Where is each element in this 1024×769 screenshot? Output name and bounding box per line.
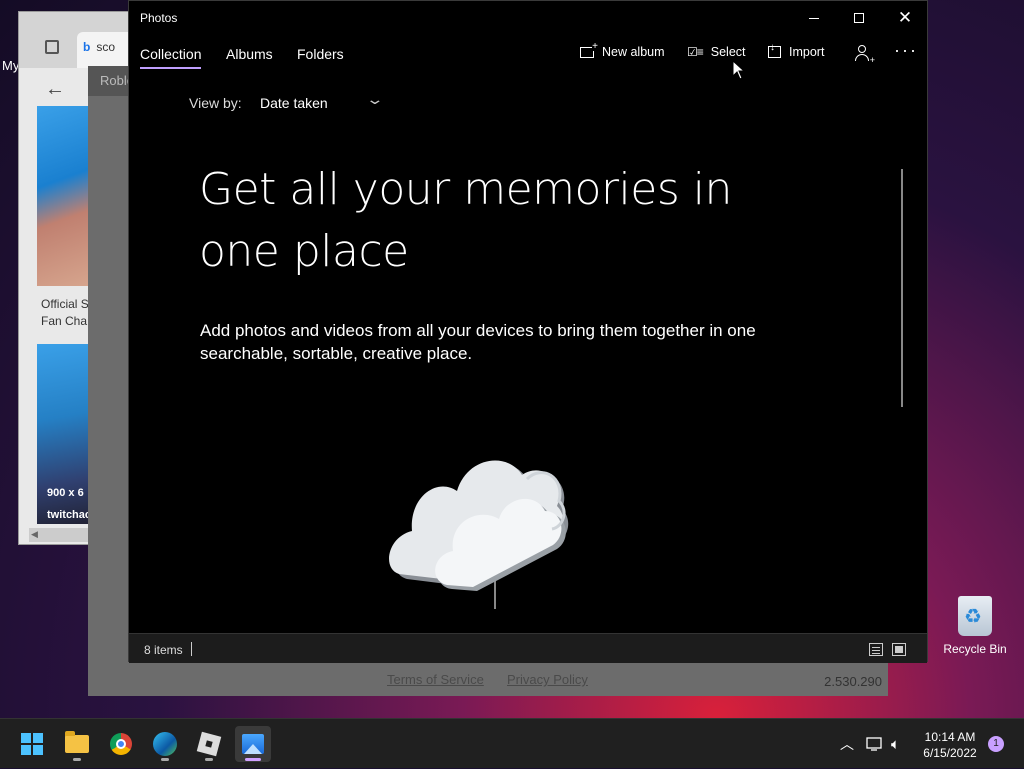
show-hidden-icons-button[interactable]: ︿ (840, 719, 854, 769)
account-button[interactable]: + (855, 45, 875, 65)
desktop-icon-label[interactable]: My (2, 58, 19, 73)
minimize-icon (809, 17, 819, 19)
roblox-footer: Terms of Service Privacy Policy 2.530.29… (88, 664, 888, 696)
nav-bar: Collection Albums Folders New album ☑≡ S… (129, 35, 927, 75)
status-bar: 8 items (129, 633, 927, 663)
bing-icon: b (83, 40, 91, 54)
windows-start-icon (21, 733, 43, 755)
maximize-icon (854, 13, 864, 23)
clock[interactable]: 10:14 AM 6/15/2022 (916, 729, 984, 761)
edge-icon (153, 732, 177, 756)
chevron-up-icon: ︿ (840, 736, 854, 752)
item-count: 8 items (144, 643, 183, 657)
running-indicator (205, 758, 213, 761)
empty-state-headline: Get all your memories in one place (199, 164, 732, 277)
file-explorer-button[interactable] (59, 726, 95, 762)
back-arrow-icon[interactable]: ← (45, 78, 65, 101)
more-options-button[interactable]: ··· (894, 40, 918, 61)
version-label: 2.530.290 (824, 674, 882, 689)
maximize-button[interactable] (836, 5, 882, 31)
terms-of-service-link[interactable]: Terms of Service (387, 672, 484, 687)
recycle-bin-label: Recycle Bin (943, 642, 1007, 656)
chrome-button[interactable] (103, 726, 139, 762)
import-button[interactable]: Import (768, 42, 825, 59)
roblox-button[interactable] (191, 726, 227, 762)
new-album-button[interactable]: New album (580, 42, 665, 59)
status-divider (191, 642, 192, 656)
volume-icon[interactable]: 🔈︎ (891, 719, 900, 769)
recycle-bin-icon (958, 596, 992, 636)
title-bar[interactable]: Photos ✕ (129, 1, 927, 35)
running-indicator (73, 758, 81, 761)
close-button[interactable]: ✕ (882, 5, 928, 31)
recycle-bin[interactable]: Recycle Bin (940, 596, 1010, 656)
import-icon (768, 42, 781, 58)
grid-view-icon[interactable] (892, 643, 906, 656)
select-label: Select (710, 45, 746, 59)
taskbar: ︿ 🔈︎ 10:14 AM 6/15/2022 1 (0, 718, 1024, 768)
clock-date: 6/15/2022 (923, 746, 977, 760)
chrome-icon (110, 733, 132, 755)
folder-icon (65, 731, 89, 753)
vertical-scrollbar[interactable] (901, 169, 903, 407)
start-button[interactable] (14, 726, 50, 762)
new-album-label: New album (602, 45, 665, 59)
chevron-down-icon[interactable]: ⌄ (365, 91, 384, 108)
notification-badge[interactable]: 1 (988, 736, 1004, 752)
photos-window: Photos ✕ Collection Albums Folders New a… (128, 0, 928, 663)
clock-time: 10:14 AM (924, 730, 976, 744)
new-album-icon (580, 42, 598, 58)
mouse-cursor-icon (732, 60, 746, 80)
running-indicator (161, 758, 169, 761)
checklist-icon: ☑≡ (687, 45, 704, 59)
view-by-label: View by: (189, 95, 242, 111)
photos-button[interactable] (235, 726, 271, 762)
tab-folders[interactable]: Folders (297, 46, 344, 62)
minimize-button[interactable] (791, 5, 837, 31)
desktop: My b sco ← Official S Fan Cha 900 x 6 twi… (0, 0, 1024, 718)
edge-tab-label: sco (96, 40, 116, 54)
scroll-left-icon[interactable]: ◀ (31, 529, 38, 540)
add-person-icon: + (855, 45, 875, 65)
select-button[interactable]: ☑≡ Select (687, 45, 746, 59)
empty-state-description: Add photos and videos from all your devi… (200, 321, 756, 363)
tab-collection[interactable]: Collection (140, 46, 202, 69)
list-view-icon[interactable] (869, 643, 883, 656)
window-title: Photos (140, 11, 178, 25)
network-icon[interactable] (866, 719, 884, 769)
more-icon: ··· (894, 40, 918, 60)
edge-button[interactable] (147, 726, 183, 762)
import-label: Import (789, 45, 825, 59)
view-by-dropdown[interactable]: Date taken (260, 95, 328, 111)
tab-actions-icon[interactable] (45, 40, 59, 54)
active-indicator (245, 758, 261, 761)
cloud-illustration (389, 460, 569, 609)
photos-icon (242, 734, 264, 754)
privacy-policy-link[interactable]: Privacy Policy (507, 672, 588, 687)
tab-albums[interactable]: Albums (226, 46, 273, 62)
close-icon: ✕ (897, 8, 913, 27)
roblox-icon (196, 731, 222, 757)
